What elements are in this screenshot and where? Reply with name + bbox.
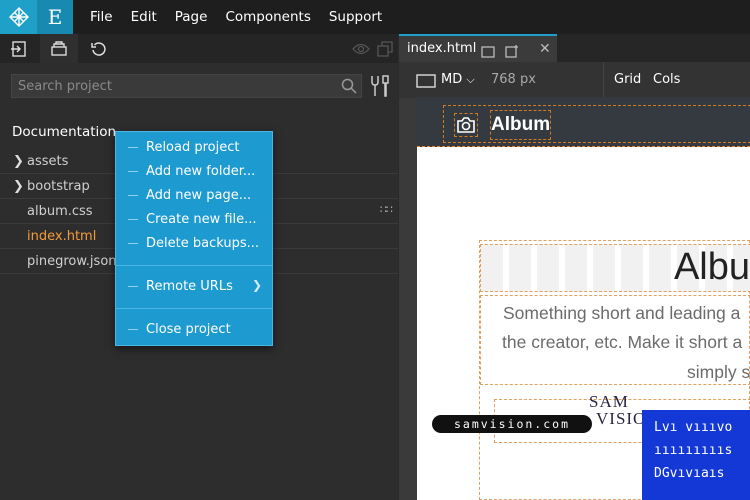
- tab-index-html[interactable]: index.html ✕: [399, 34, 557, 62]
- preview-navbar[interactable]: Album: [417, 97, 750, 147]
- editor-mode-icon[interactable]: E: [37, 0, 73, 34]
- project-title[interactable]: Documentation: [12, 124, 116, 140]
- menu-item-label: Reload project: [146, 139, 240, 155]
- cols-toggle[interactable]: Cols: [653, 72, 680, 87]
- grid-toggle[interactable]: Grid: [614, 72, 641, 87]
- device-size-select[interactable]: MD ⌵: [441, 72, 475, 87]
- watermark-pill: samvision.com: [432, 415, 592, 433]
- device-bar: MD ⌵ 768 px Grid Cols: [399, 62, 750, 98]
- menu-item-add-page[interactable]: Add new page...: [116, 183, 272, 207]
- divider: [603, 62, 604, 98]
- main-menu: File Edit Page Components Support: [90, 0, 400, 34]
- file-name: index.html: [27, 228, 97, 244]
- menu-item-remote-urls[interactable]: Remote URLs ❯: [116, 274, 272, 298]
- menu-item-reload-project[interactable]: Reload project: [116, 135, 272, 159]
- menu-file[interactable]: File: [90, 9, 113, 25]
- menu-item-add-folder[interactable]: Add new folder...: [116, 159, 272, 183]
- file-name: album.css: [27, 203, 93, 219]
- search-project-field[interactable]: [11, 74, 362, 98]
- device-size-label: MD: [441, 72, 463, 87]
- menu-edit[interactable]: Edit: [131, 9, 157, 25]
- pinegrow-logo-icon[interactable]: [0, 0, 37, 34]
- menu-separator: [116, 265, 272, 266]
- logo-line: SAM: [589, 392, 629, 411]
- jumbotron-heading[interactable]: Albu: [480, 244, 750, 292]
- navbar-container[interactable]: Album: [443, 105, 750, 143]
- device-icon[interactable]: [416, 73, 436, 92]
- navbar-brand[interactable]: Album: [490, 110, 552, 140]
- search-input[interactable]: [12, 75, 361, 98]
- refresh-icon[interactable]: [80, 34, 118, 63]
- menu-item-label: Delete backups...: [146, 235, 260, 251]
- blue-box-line: Lvı vıııvo: [654, 420, 733, 435]
- menu-item-label: Create new file...: [146, 211, 257, 227]
- project-toolbar: [0, 34, 398, 63]
- top-bar: E File Edit Page Components Support: [0, 0, 750, 34]
- open-project-icon[interactable]: [0, 34, 38, 63]
- menu-item-delete-backups[interactable]: Delete backups...: [116, 231, 272, 255]
- menu-item-label: Add new folder...: [146, 163, 256, 179]
- chevron-right-icon[interactable]: ❯: [13, 179, 24, 194]
- chevron-down-icon: ⌵: [466, 73, 475, 86]
- jumbotron-lead[interactable]: Something short and leading a the creato…: [480, 295, 750, 385]
- blue-box-line: ıııııııııs: [654, 443, 733, 458]
- lead-line: simply s: [687, 362, 750, 382]
- camera-icon[interactable]: [454, 113, 478, 137]
- menu-item-label: Remote URLs: [146, 278, 233, 294]
- more-options-icon[interactable]: ∷∷: [380, 203, 393, 216]
- project-tools-icon[interactable]: [370, 74, 390, 102]
- add-window-icon[interactable]: [505, 43, 520, 62]
- tab-label: index.html: [407, 41, 477, 56]
- device-width[interactable]: 768 px: [491, 72, 536, 87]
- menu-item-create-file[interactable]: Create new file...: [116, 207, 272, 231]
- menu-item-close-project[interactable]: Close project: [116, 317, 272, 341]
- project-context-menu: Reload project Add new folder... Add new…: [115, 131, 273, 346]
- file-name: pinegrow.json: [27, 253, 117, 269]
- watermark-blue-box: Lvı vıııvo ıııııııııs DGvıvıaıs: [642, 410, 750, 500]
- menu-separator: [116, 308, 272, 309]
- editor-tab-bar: index.html ✕: [399, 34, 750, 62]
- lead-line: Something short and leading a: [503, 303, 741, 323]
- menu-page[interactable]: Page: [175, 9, 208, 25]
- layers-icon[interactable]: [40, 34, 78, 63]
- menu-item-label: Close project: [146, 321, 231, 337]
- close-tab-icon[interactable]: ✕: [539, 41, 551, 57]
- menu-support[interactable]: Support: [329, 9, 382, 25]
- menu-components[interactable]: Components: [225, 9, 310, 25]
- file-name: assets: [27, 153, 69, 169]
- lead-line: the creator, etc. Make it short a: [502, 332, 743, 352]
- menu-item-label: Add new page...: [146, 187, 252, 203]
- file-name: bootstrap: [27, 178, 90, 194]
- window-icon[interactable]: [481, 43, 495, 62]
- chevron-right-icon[interactable]: ❯: [13, 154, 24, 169]
- chevron-right-icon: ❯: [251, 278, 262, 292]
- search-icon[interactable]: [341, 78, 357, 98]
- blue-box-line: DGvıvıaıs: [654, 466, 725, 481]
